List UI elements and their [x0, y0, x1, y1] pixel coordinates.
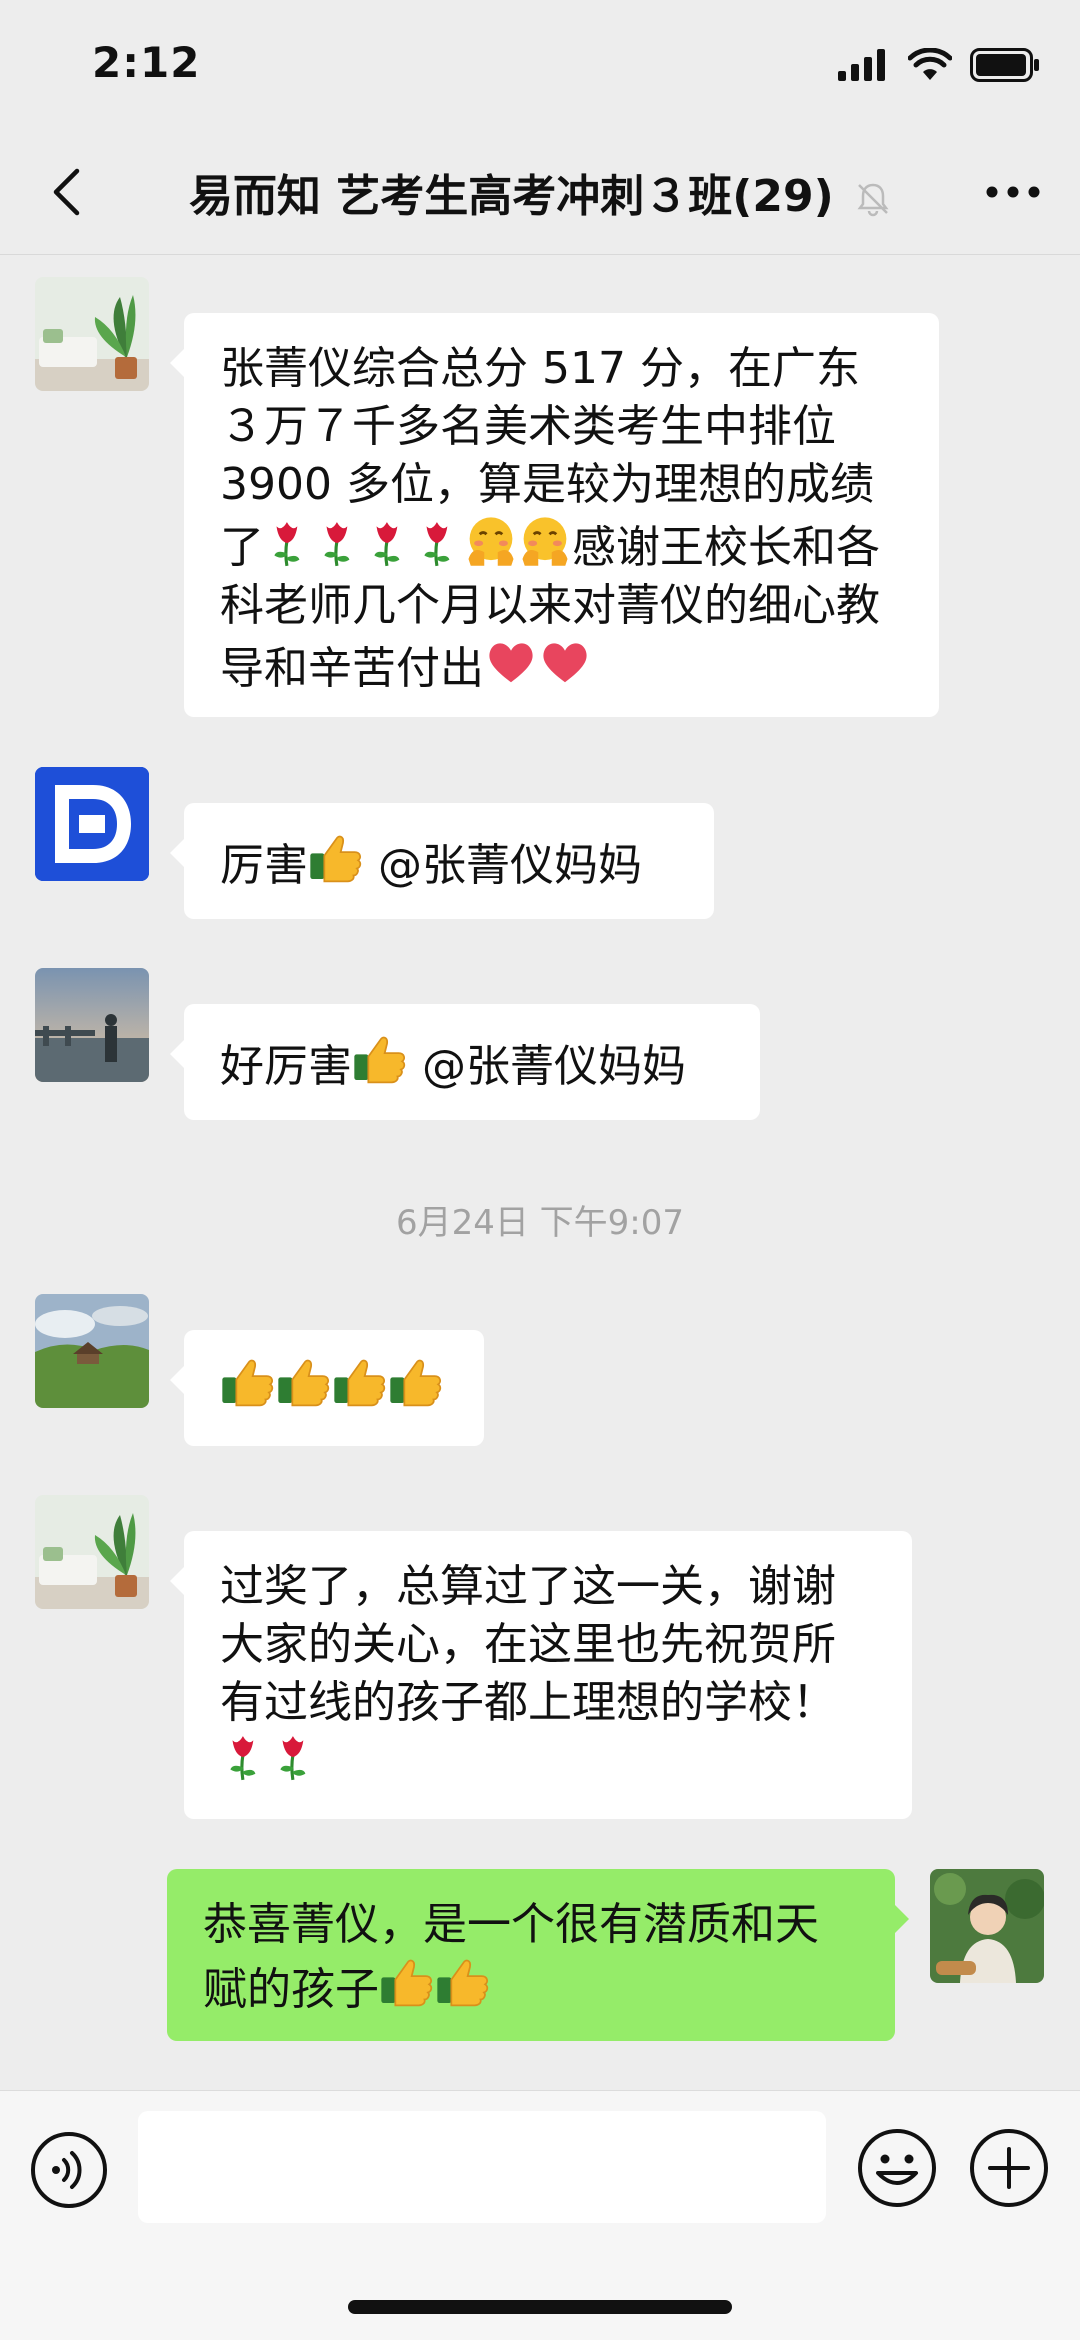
message-bubble-3[interactable]: 好厉害 @张菁仪妈妈	[170, 1004, 760, 1120]
message-text-5: 过奖了，总算过了这一关，谢谢大家的关心，在这里也先祝贺所有过线的孩子都上理想的学…	[220, 1561, 836, 1728]
message-bubble-6[interactable]: 恭喜菁仪，是一个很有潜质和天赋的孩子	[167, 1869, 909, 2041]
message-bubble-4[interactable]	[170, 1330, 484, 1446]
avatar-logo[interactable]	[35, 767, 149, 881]
thumbs-up-icon	[309, 835, 362, 883]
logo-d-icon	[35, 767, 149, 881]
plant-photo-icon	[35, 1495, 149, 1609]
emoji-button[interactable]	[856, 2127, 938, 2209]
thumbs-up-icon	[353, 1036, 406, 1084]
rose-icon	[372, 520, 401, 568]
message-bubble-1[interactable]: 张菁仪综合总分 517 分，在广东３万７千多名美术类考生中排位3900 多位，算…	[170, 313, 939, 717]
signal-icon	[838, 49, 885, 81]
voice-icon	[31, 2132, 107, 2208]
meadow-photo-icon	[35, 1294, 149, 1408]
message-bubble-2[interactable]: 厉害 @张菁仪妈妈	[170, 803, 714, 919]
chat-title: 易而知 艺考生高考冲刺３班(29)	[188, 171, 834, 222]
message-text-6: 恭喜菁仪，是一个很有潜质和天赋的孩子	[203, 1899, 819, 2015]
status-time: 2:12	[92, 38, 201, 87]
more-button[interactable]	[978, 160, 1048, 224]
rose-icon	[272, 520, 301, 568]
message-text-2: @张菁仪妈妈	[378, 840, 642, 891]
more-icon	[986, 186, 1040, 198]
avatar-plant[interactable]	[35, 277, 149, 391]
avatar-meadow[interactable]	[35, 1294, 149, 1408]
thumbs-up-icon	[389, 1359, 442, 1407]
status-icons	[838, 48, 1040, 82]
plus-icon	[970, 2129, 1048, 2207]
message-text-3: @张菁仪妈妈	[422, 1041, 686, 1092]
voice-button[interactable]	[30, 2131, 108, 2209]
message-text-2a: 厉害	[220, 840, 308, 891]
mute-bell-icon	[857, 183, 889, 217]
avatar-self[interactable]	[930, 1869, 1044, 1983]
emoji-icon	[858, 2129, 936, 2207]
hug-face-icon	[467, 515, 515, 568]
plus-button[interactable]	[968, 2127, 1050, 2209]
heart-icon	[543, 643, 587, 683]
status-bar: 2:12	[0, 0, 1080, 130]
avatar-landscape[interactable]	[35, 968, 149, 1082]
message-input[interactable]	[138, 2111, 826, 2223]
battery-icon	[970, 48, 1039, 82]
hug-face-icon	[521, 515, 569, 568]
plant-photo-icon	[35, 277, 149, 391]
thumbs-up-icon	[333, 1359, 386, 1407]
thumbs-up-icon	[277, 1359, 330, 1407]
rose-icon	[322, 520, 351, 568]
thumbs-up-icon	[436, 1959, 489, 2007]
rose-icon	[278, 1734, 307, 1782]
rose-icon	[422, 520, 451, 568]
message-bubble-5[interactable]: 过奖了，总算过了这一关，谢谢大家的关心，在这里也先祝贺所有过线的孩子都上理想的学…	[170, 1531, 912, 1819]
thumbs-up-icon	[221, 1359, 274, 1407]
wifi-icon	[908, 48, 952, 80]
self-photo-icon	[930, 1869, 1044, 1983]
chat-header: 易而知 艺考生高考冲刺３班(29)	[0, 130, 1080, 255]
rose-icon	[228, 1734, 257, 1782]
thumbs-up-icon	[380, 1959, 433, 2007]
landscape-photo-icon	[35, 968, 149, 1082]
message-text-3a: 好厉害	[220, 1041, 352, 1092]
heart-icon	[489, 643, 533, 683]
home-indicator	[348, 2300, 732, 2314]
avatar-plant-2[interactable]	[35, 1495, 149, 1609]
chat-title-row: 易而知 艺考生高考冲刺３班(29)	[0, 160, 1080, 224]
timestamp: 6月24日 下午9:07	[395, 1203, 685, 1243]
